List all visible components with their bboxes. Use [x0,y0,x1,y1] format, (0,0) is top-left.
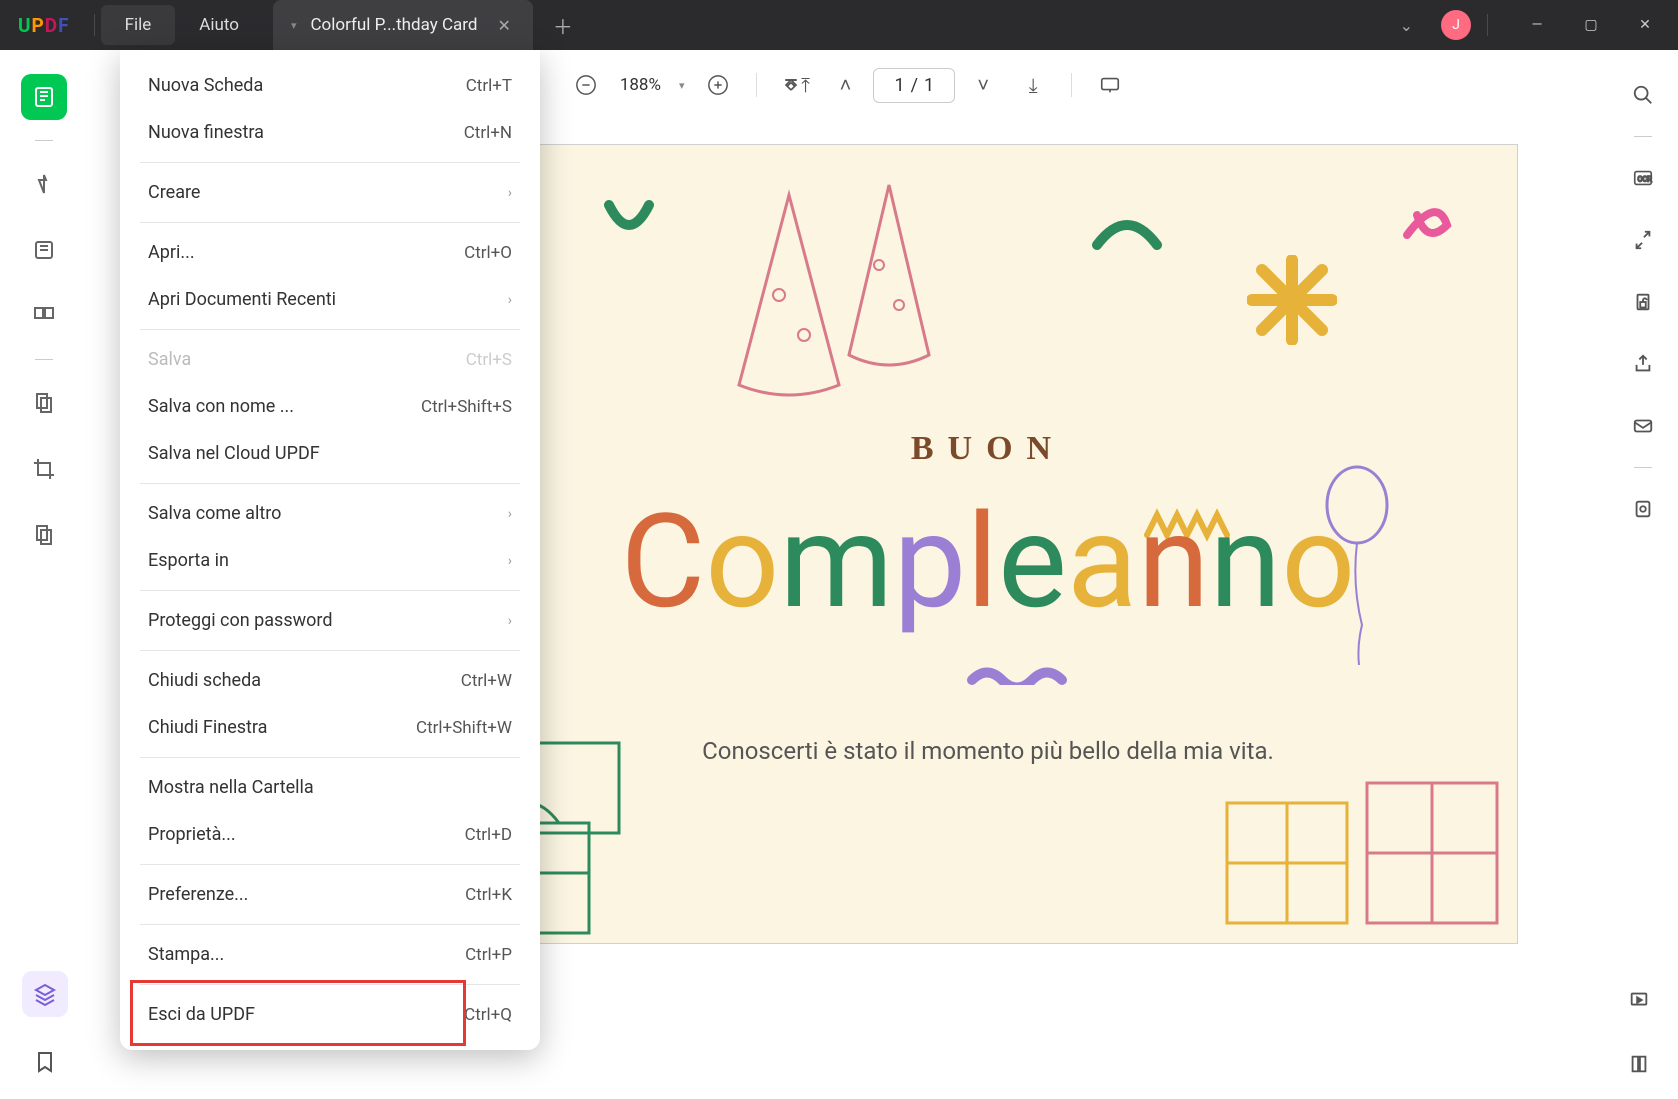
menu-preferences[interactable]: Preferenze...Ctrl+K [120,871,540,918]
compress-icon[interactable] [1622,219,1664,261]
export-icon[interactable] [1622,488,1664,530]
document-tab[interactable]: ▾ Colorful P...thday Card ✕ [273,0,533,50]
reader-tool[interactable] [21,74,67,120]
bottom-left-tools [22,971,68,1085]
user-avatar[interactable]: J [1441,10,1471,40]
menu-save-cloud[interactable]: Salva nel Cloud UPDF [120,430,540,477]
menu-open-recent[interactable]: Apri Documenti Recenti› [120,276,540,323]
separator [35,140,53,141]
maximize-button[interactable]: ▢ [1568,7,1614,43]
prev-page-button[interactable]: ˄ [823,63,867,107]
page-current: 1 [894,75,904,96]
card-message: Conoscerti è stato il momento più bello … [688,735,1288,769]
chevron-right-icon: › [508,506,512,522]
menu-separator [140,924,520,925]
file-menu-dropdown: Nuova SchedaCtrl+T Nuova finestraCtrl+N … [120,50,540,1050]
menu-save-as[interactable]: Salva con nome ...Ctrl+Shift+S [120,383,540,430]
separator [756,73,757,97]
separator [1634,467,1652,468]
zoom-value: 188% [614,75,667,95]
menu-save: SalvaCtrl+S [120,336,540,383]
window-dropdown-icon[interactable]: ⌄ [1382,6,1431,45]
separator [94,14,95,36]
menu-close-tab[interactable]: Chiudi schedaCtrl+W [120,657,540,704]
chevron-right-icon: › [508,553,512,569]
page-indicator[interactable]: 1 / 1 [873,68,955,103]
next-page-button[interactable]: ˅ [961,63,1005,107]
menu-help[interactable]: Aiuto [175,5,263,45]
menu-separator [140,162,520,163]
page-tool[interactable] [21,293,67,339]
tab-dropdown-icon[interactable]: ▾ [291,19,297,32]
layers-tool[interactable] [22,971,68,1017]
menu-separator [140,864,520,865]
comment-tool[interactable] [21,161,67,207]
redact-tool[interactable] [21,512,67,558]
menu-properties[interactable]: Proprietà...Ctrl+D [120,811,540,858]
menu-show-folder[interactable]: Mostra nella Cartella [120,764,540,811]
document-page: BUON Compleanno Conoscerti è stato il mo… [458,144,1518,944]
right-toolbar: OCR [1608,56,1678,1099]
titlebar-right: ⌄ J — ▢ ✕ [1382,6,1678,45]
menu-separator [140,483,520,484]
close-window-button[interactable]: ✕ [1622,7,1668,43]
menu-separator [140,590,520,591]
tab-title: Colorful P...thday Card [310,15,477,35]
separator [35,359,53,360]
chevron-right-icon: › [508,292,512,308]
bookmark-tool[interactable] [22,1039,68,1085]
menu-open[interactable]: Apri...Ctrl+O [120,229,540,276]
svg-text:OCR: OCR [1638,175,1653,184]
page-total: 1 [924,75,934,96]
menu-separator [140,329,520,330]
chevron-right-icon: › [508,185,512,201]
crop-tool[interactable] [21,446,67,492]
menu-new-window[interactable]: Nuova finestraCtrl+N [120,109,540,156]
separator [1487,14,1488,36]
organize-tool[interactable] [21,380,67,426]
card-title-large: Compleanno [621,485,1356,638]
bottom-right-tools [1618,979,1660,1085]
zoom-dropdown-icon[interactable]: ▾ [673,79,691,92]
edit-text-tool[interactable] [21,227,67,273]
share-icon[interactable] [1622,343,1664,385]
menu-exit[interactable]: Esci da UPDFCtrl+Q [120,991,540,1038]
separator [1634,136,1652,137]
protect-icon[interactable] [1622,281,1664,323]
view-mode-icon[interactable] [1618,1043,1660,1085]
titlebar: UPDF File Aiuto ▾ Colorful P...thday Car… [0,0,1678,50]
menu-export[interactable]: Esporta in› [120,537,540,584]
tab-close-icon[interactable]: ✕ [491,14,516,37]
menu-save-other[interactable]: Salva come altro› [120,490,540,537]
search-icon[interactable] [1622,74,1664,116]
page-separator: / [911,75,918,96]
minimize-button[interactable]: — [1514,7,1560,43]
left-toolbar [0,56,88,1099]
menu-separator [140,757,520,758]
zoom-in-button[interactable] [696,63,740,107]
menu-print[interactable]: Stampa...Ctrl+P [120,931,540,978]
app-logo: UPDF [0,14,88,37]
menu-file[interactable]: File [101,5,176,45]
menu-separator [140,650,520,651]
slideshow-icon[interactable] [1618,979,1660,1021]
separator [1071,73,1072,97]
menu-protect[interactable]: Proteggi con password› [120,597,540,644]
zoom-out-button[interactable] [564,63,608,107]
chevron-right-icon: › [508,613,512,629]
email-icon[interactable] [1622,405,1664,447]
menu-new-tab[interactable]: Nuova SchedaCtrl+T [120,62,540,109]
last-page-button[interactable]: ⤓ [1011,63,1055,107]
card-title-small: BUON [911,430,1065,468]
first-page-button[interactable]: ⤒ [773,63,817,107]
menu-separator [140,222,520,223]
presentation-button[interactable] [1088,63,1132,107]
menu-create[interactable]: Creare› [120,169,540,216]
new-tab-button[interactable]: ＋ [533,1,593,50]
ocr-icon[interactable]: OCR [1622,157,1664,199]
menu-close-window[interactable]: Chiudi FinestraCtrl+Shift+W [120,704,540,751]
menu-separator [140,984,520,985]
